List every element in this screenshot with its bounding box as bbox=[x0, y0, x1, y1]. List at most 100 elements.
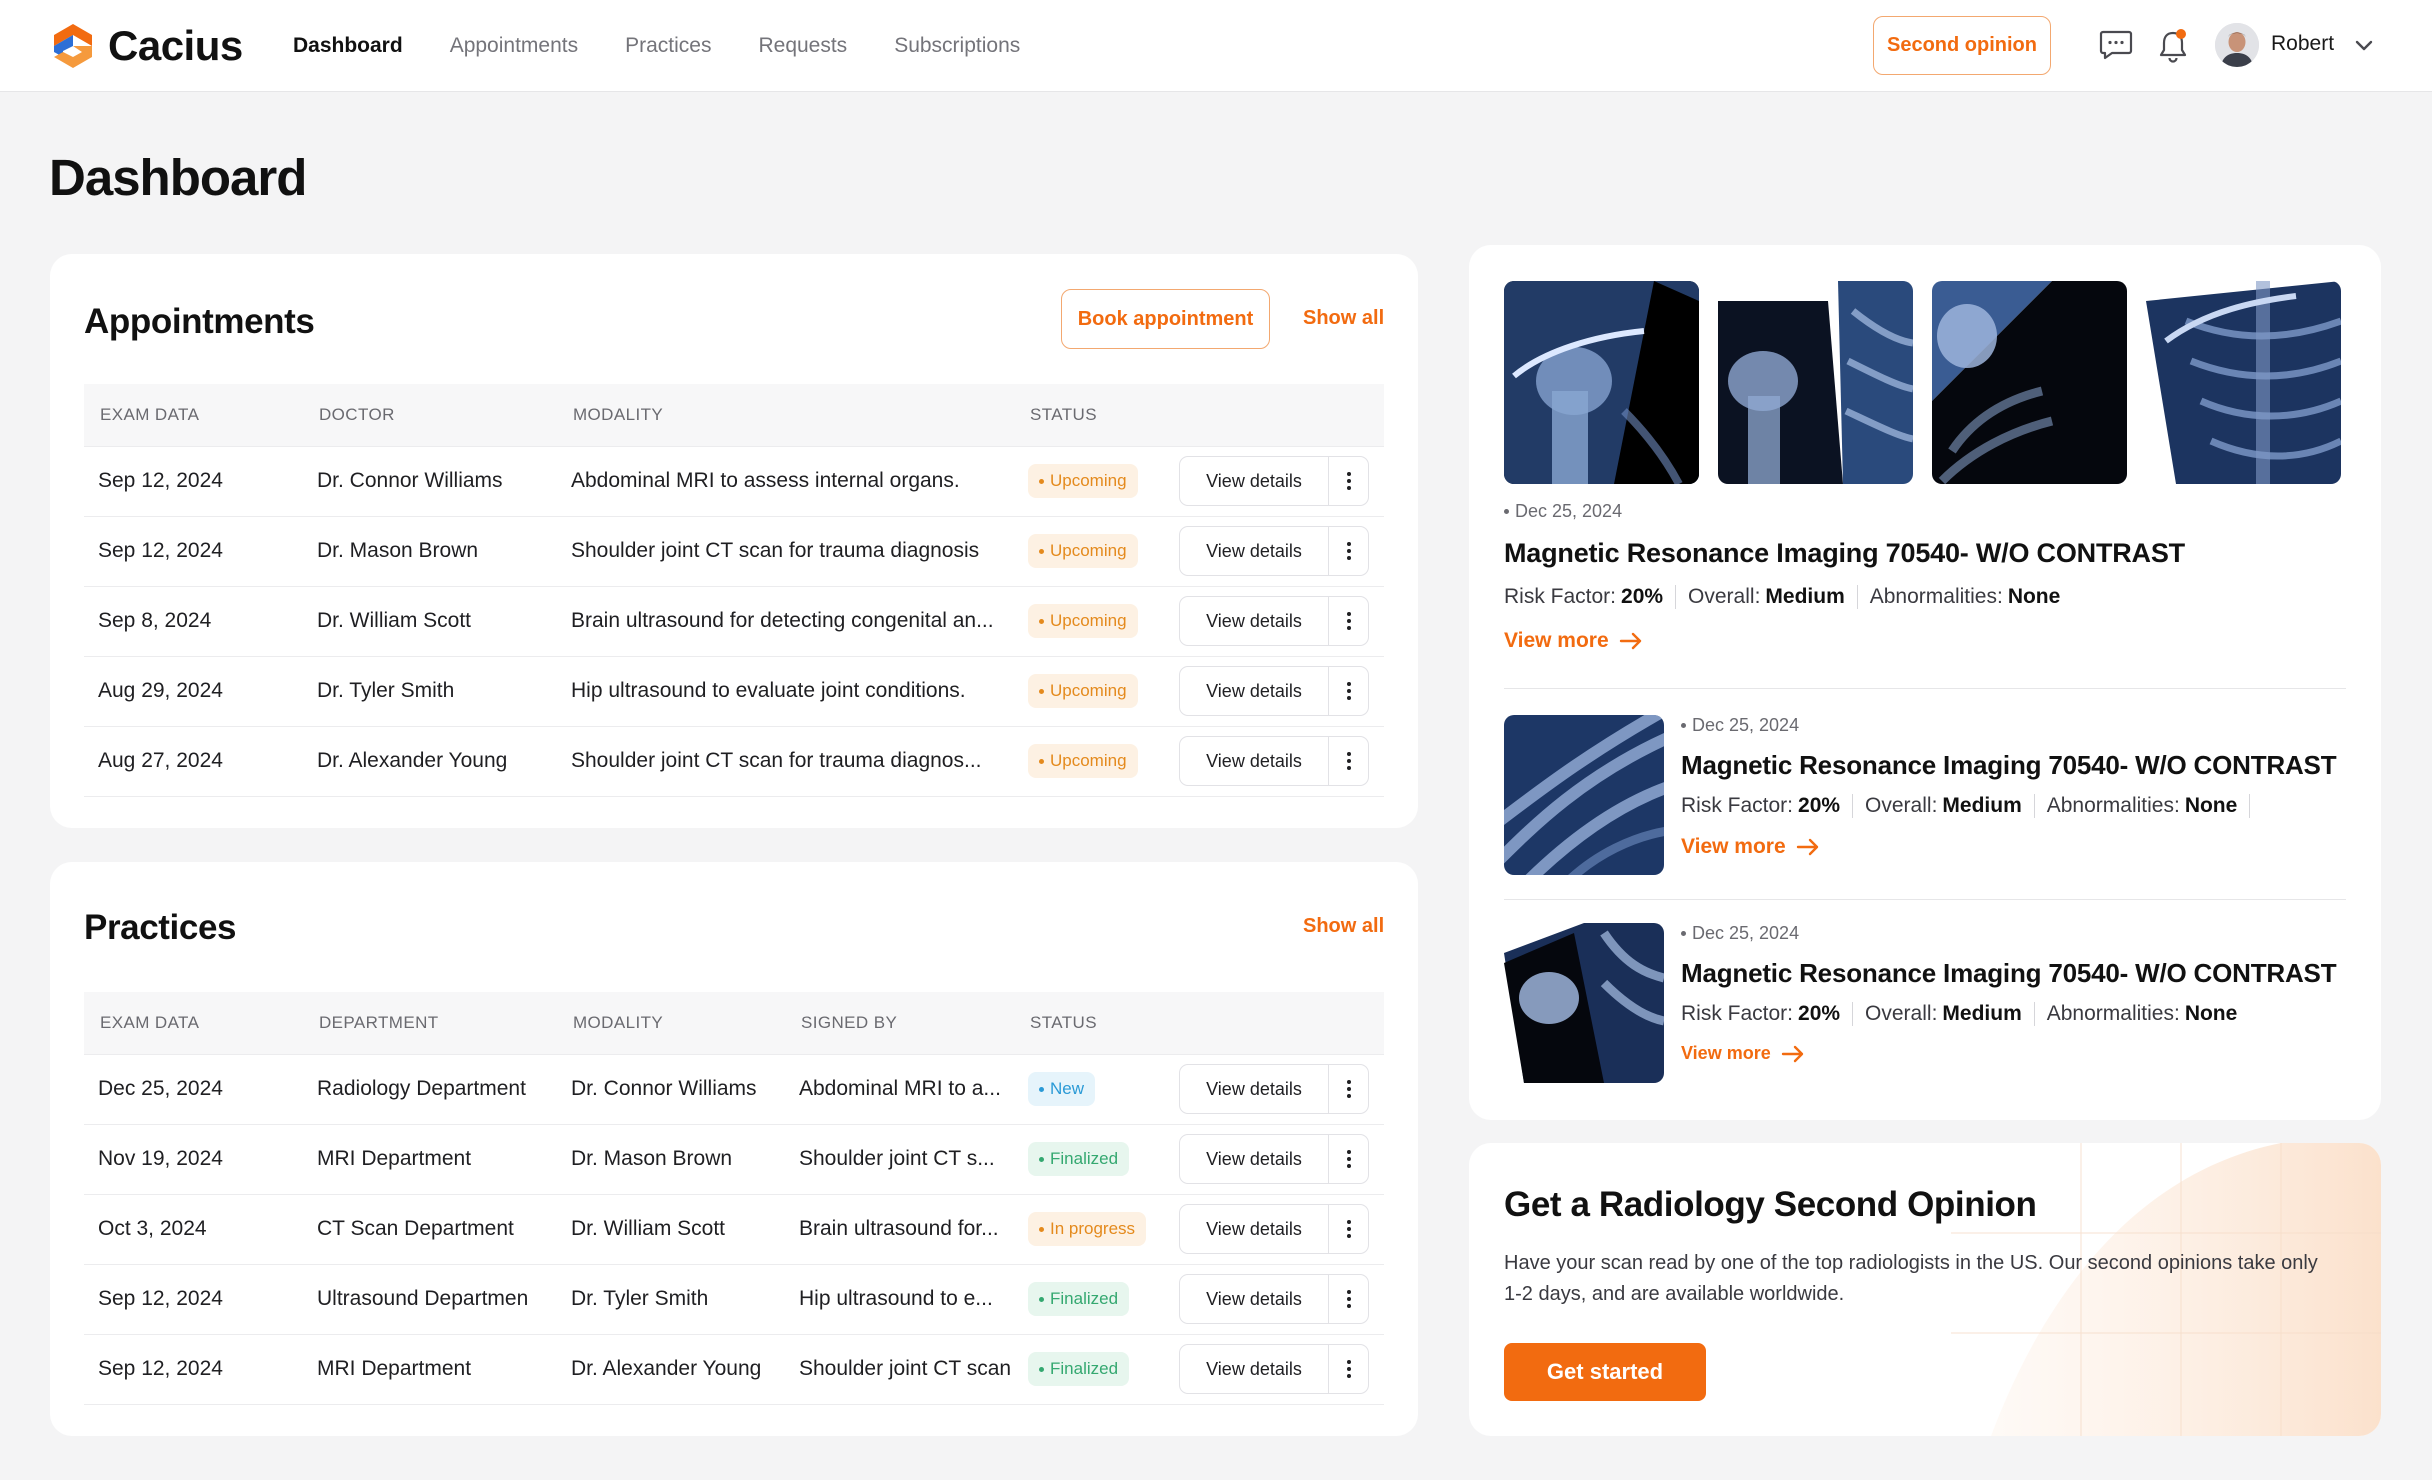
scan-results-card: Dec 25, 2024 Magnetic Resonance Imaging … bbox=[1469, 245, 2381, 1120]
column-header-modality[interactable]: MODALITY bbox=[557, 384, 1014, 447]
more-vertical-icon bbox=[1346, 682, 1351, 700]
more-options-button[interactable] bbox=[1329, 596, 1369, 646]
xray-thumbnail[interactable] bbox=[1504, 923, 1664, 1083]
nav-dashboard[interactable]: Dashboard bbox=[293, 34, 403, 58]
more-options-button[interactable] bbox=[1329, 666, 1369, 716]
view-details-button[interactable]: View details bbox=[1179, 736, 1329, 786]
status-cell: Finalized bbox=[1014, 1264, 1165, 1335]
more-vertical-icon bbox=[1346, 1360, 1351, 1378]
second-opinion-button[interactable]: Second opinion bbox=[1873, 16, 2051, 75]
more-options-button[interactable] bbox=[1329, 1344, 1369, 1394]
more-options-button[interactable] bbox=[1329, 1134, 1369, 1184]
table-row[interactable]: Sep 12, 2024 MRI Department Dr. Alexander … bbox=[84, 1334, 1384, 1405]
column-header-signed-by[interactable]: SIGNED BY bbox=[785, 992, 1014, 1055]
xray-shoulder-image bbox=[1932, 281, 2127, 484]
xray-thumbnail[interactable] bbox=[1504, 715, 1664, 875]
xray-thumbnail[interactable] bbox=[1504, 281, 1699, 484]
table-row[interactable]: Nov 19, 2024 MRI Department Dr. Mason Brow… bbox=[84, 1124, 1384, 1195]
user-name[interactable]: Robert bbox=[2271, 32, 2334, 56]
scan-title[interactable]: Magnetic Resonance Imaging 70540- W/O CO… bbox=[1681, 958, 2337, 989]
signed-by-cell: Hip ultrasound to e... bbox=[785, 1264, 1014, 1335]
avatar[interactable] bbox=[2215, 23, 2259, 67]
status-badge: Upcoming bbox=[1028, 674, 1138, 708]
view-more-link[interactable]: View more bbox=[1681, 1043, 2336, 1064]
risk-factor-value: 20% bbox=[1798, 794, 1841, 817]
nav-appointments[interactable]: Appointments bbox=[450, 34, 578, 58]
column-header-status[interactable]: STATUS bbox=[1014, 992, 1165, 1055]
get-started-button[interactable]: Get started bbox=[1504, 1343, 1706, 1401]
more-options-button[interactable] bbox=[1329, 1204, 1369, 1254]
view-details-button[interactable]: View details bbox=[1179, 666, 1329, 716]
divider bbox=[2249, 794, 2251, 818]
table-row[interactable]: Aug 27, 2024 Dr. Alexander Young Shoulder … bbox=[84, 726, 1384, 797]
view-details-button[interactable]: View details bbox=[1179, 1274, 1329, 1324]
scan-title[interactable]: Magnetic Resonance Imaging 70540- W/O CO… bbox=[1681, 750, 2337, 781]
view-details-button[interactable]: View details bbox=[1179, 526, 1329, 576]
scan-stats: Risk Factor: 20% Overall: Medium Abnormali… bbox=[1504, 585, 2344, 609]
brand[interactable]: Cacius bbox=[50, 22, 243, 70]
exam-date-cell: Sep 12, 2024 bbox=[84, 1334, 303, 1405]
more-options-button[interactable] bbox=[1329, 736, 1369, 786]
actions-cell: View details bbox=[1165, 1264, 1384, 1335]
abnormalities-value: None bbox=[2007, 585, 2061, 608]
nav-practices[interactable]: Practices bbox=[625, 34, 711, 58]
more-options-button[interactable] bbox=[1329, 456, 1369, 506]
doctor-cell: Dr. William Scott bbox=[303, 586, 557, 657]
actions-cell: View details bbox=[1165, 1194, 1384, 1265]
status-badge: Upcoming bbox=[1028, 744, 1138, 778]
more-vertical-icon bbox=[1346, 1220, 1351, 1238]
bell-icon[interactable] bbox=[2157, 28, 2191, 64]
nav-requests[interactable]: Requests bbox=[758, 34, 847, 58]
scan-title[interactable]: Magnetic Resonance Imaging 70540- W/O CO… bbox=[1504, 538, 2344, 569]
book-appointment-button[interactable]: Book appointment bbox=[1061, 289, 1270, 349]
xray-thumbnail[interactable] bbox=[2146, 281, 2341, 484]
abnormalities-label: Abnormalities: bbox=[2046, 1002, 2180, 1025]
scan-stats: Risk Factor: 20% Overall: Medium Abnormali… bbox=[1681, 1002, 2336, 1026]
table-row[interactable]: Dec 25, 2024 Radiology Department Dr. Conn… bbox=[84, 1054, 1384, 1125]
risk-factor-value: 20% bbox=[1621, 585, 1664, 608]
column-header-doctor[interactable]: DOCTOR bbox=[303, 384, 557, 447]
department-cell: Ultrasound Departmen bbox=[303, 1264, 557, 1335]
top-navigation-bar: Cacius Dashboard Appointments Practices … bbox=[0, 0, 2432, 92]
modality-cell: Dr. Connor Williams bbox=[557, 1054, 785, 1125]
more-options-button[interactable] bbox=[1329, 526, 1369, 576]
view-details-button[interactable]: View details bbox=[1179, 596, 1329, 646]
view-details-button[interactable]: View details bbox=[1179, 456, 1329, 506]
column-header-exam-data[interactable]: EXAM DATA bbox=[84, 384, 303, 447]
xray-thumbnail[interactable] bbox=[1718, 281, 1913, 484]
doctor-cell: Dr. Connor Williams bbox=[303, 446, 557, 517]
table-row[interactable]: Aug 29, 2024 Dr. Tyler Smith Hip ultrasoun… bbox=[84, 656, 1384, 727]
column-header-modality[interactable]: MODALITY bbox=[557, 992, 785, 1055]
scan-list-item: Dec 25, 2024 Magnetic Resonance Imaging … bbox=[1504, 715, 2346, 875]
table-row[interactable]: Sep 8, 2024 Dr. William Scott Brain ultras… bbox=[84, 586, 1384, 657]
column-header-exam-data[interactable]: EXAM DATA bbox=[84, 992, 303, 1055]
more-options-button[interactable] bbox=[1329, 1274, 1369, 1324]
view-details-button[interactable]: View details bbox=[1179, 1204, 1329, 1254]
actions-cell: View details bbox=[1165, 726, 1384, 797]
view-details-button[interactable]: View details bbox=[1179, 1344, 1329, 1394]
practices-show-all-link[interactable]: Show all bbox=[1303, 915, 1384, 938]
chevron-down-icon[interactable] bbox=[2353, 34, 2375, 56]
table-row[interactable]: Sep 12, 2024 Ultrasound Departmen Dr. Tyle… bbox=[84, 1264, 1384, 1335]
view-details-button[interactable]: View details bbox=[1179, 1134, 1329, 1184]
status-label: Upcoming bbox=[1050, 751, 1127, 770]
practices-table: EXAM DATA DEPARTMENT MODALITY SIGNED BY … bbox=[84, 992, 1384, 1405]
xray-thumbnail[interactable] bbox=[1932, 281, 2127, 484]
table-row[interactable]: Sep 12, 2024 Dr. Mason Brown Shoulder join… bbox=[84, 516, 1384, 587]
scan-info: Dec 25, 2024 Magnetic Resonance Imaging … bbox=[1681, 715, 2337, 859]
column-header-department[interactable]: DEPARTMENT bbox=[303, 992, 557, 1055]
status-badge: Upcoming bbox=[1028, 604, 1138, 638]
view-more-link[interactable]: View more bbox=[1504, 629, 2344, 653]
column-header-status[interactable]: STATUS bbox=[1014, 384, 1165, 447]
view-more-label: View more bbox=[1681, 835, 1786, 858]
view-more-link[interactable]: View more bbox=[1681, 835, 2336, 859]
view-details-button[interactable]: View details bbox=[1179, 1064, 1329, 1114]
table-row[interactable]: Oct 3, 2024 CT Scan Department Dr. William… bbox=[84, 1194, 1384, 1265]
chat-icon[interactable] bbox=[2099, 29, 2133, 61]
more-options-button[interactable] bbox=[1329, 1064, 1369, 1114]
divider bbox=[2033, 1002, 2035, 1026]
appointments-show-all-link[interactable]: Show all bbox=[1303, 307, 1384, 330]
xray-chest-image bbox=[2146, 281, 2341, 484]
nav-subscriptions[interactable]: Subscriptions bbox=[894, 34, 1020, 58]
table-row[interactable]: Sep 12, 2024 Dr. Connor Williams Abdominal… bbox=[84, 446, 1384, 517]
